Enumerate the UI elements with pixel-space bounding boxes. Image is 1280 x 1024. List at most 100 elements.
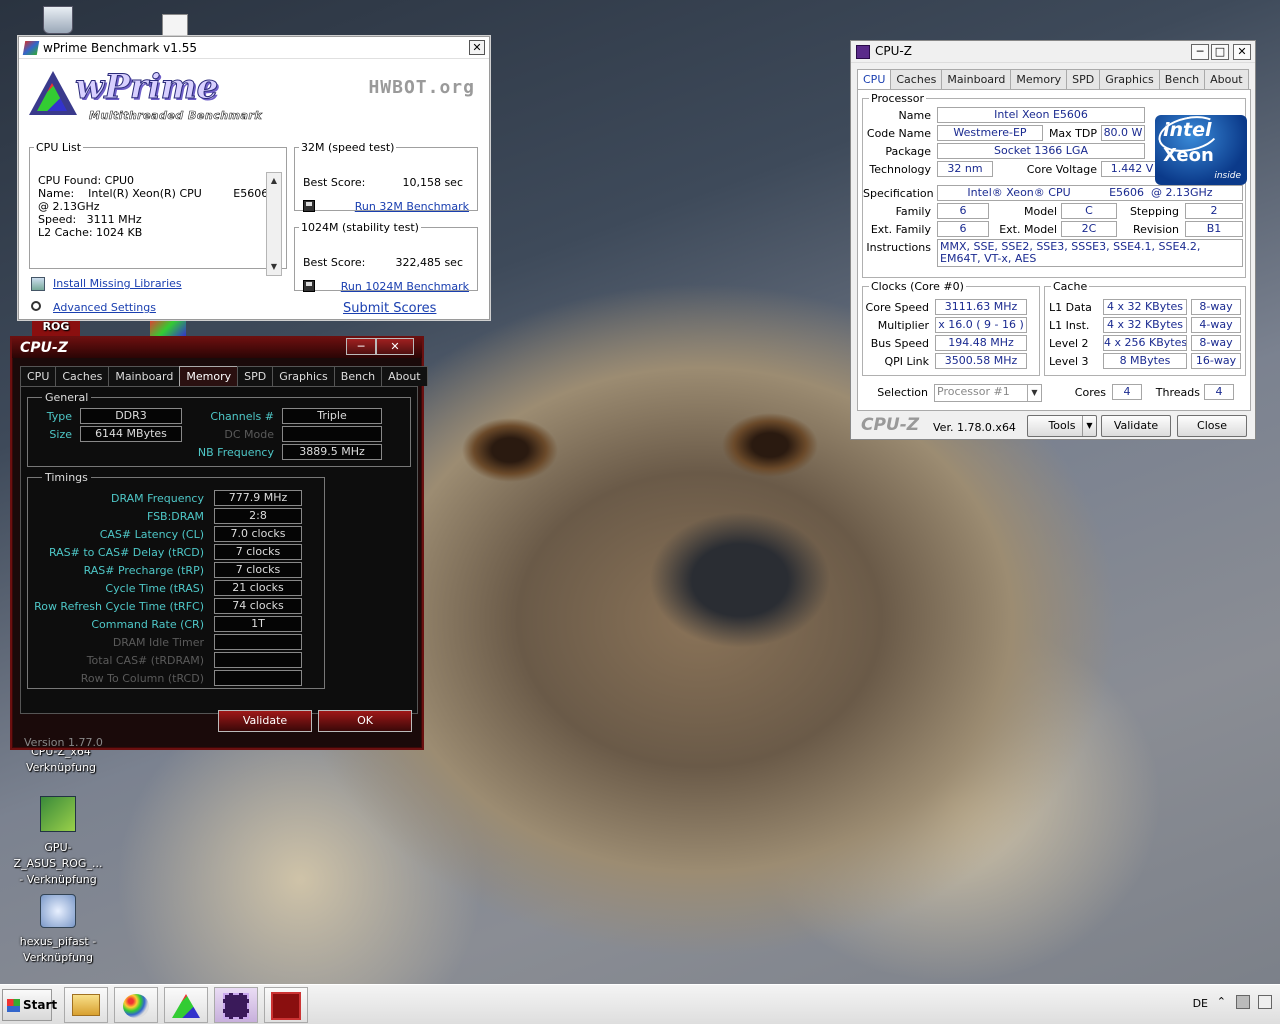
busspeed-label: Bus Speed <box>870 337 929 350</box>
save-disk-icon[interactable] <box>303 200 315 212</box>
tab-about[interactable]: About <box>381 366 428 386</box>
wprime-app-icon <box>22 41 40 55</box>
tools-button[interactable]: Tools ▼ <box>1027 415 1097 437</box>
tools-dropdown-icon[interactable]: ▼ <box>1082 416 1096 436</box>
taskbar-cpuz-button[interactable] <box>214 987 258 1023</box>
scroll-down-icon[interactable]: ▼ <box>267 259 281 275</box>
taskbar-cpuz-rog-button[interactable] <box>264 987 308 1023</box>
selection-label: Selection <box>877 386 928 399</box>
desktop-shortcut-gpuz[interactable]: GPU-Z_ASUS_ROG_... - Verknüpfung <box>0 796 116 888</box>
corespeed-value: 3111.63 MHz <box>935 299 1027 315</box>
clocks-legend: Clocks (Core #0) <box>869 280 966 293</box>
cpuz-red-titlebar[interactable]: CPU-Z ─ ✕ <box>12 338 422 358</box>
taskbar: Start DE ⌃ <box>0 984 1280 1024</box>
cpuz-red-minimize-button[interactable]: ─ <box>346 338 376 355</box>
revision-label: Revision <box>1133 223 1179 236</box>
wprime-small-desktop-icon[interactable] <box>150 318 190 336</box>
selection-dropdown[interactable]: Processor #1 ▼ <box>934 384 1042 402</box>
intel-inside-tag: inside <box>1214 171 1241 181</box>
tab-spd[interactable]: SPD <box>237 366 274 386</box>
cpuz-red-tabs: CPU Caches Mainboard Memory SPD Graphics… <box>20 366 428 386</box>
qpi-label: QPI Link <box>884 355 929 368</box>
cpu-list-text[interactable]: CPU Found: CPU0 Name: Intel(R) Xeon(R) C… <box>38 174 268 239</box>
tools-label: Tools <box>1048 419 1076 432</box>
wprime-titlebar[interactable]: wPrime Benchmark v1.55 ✕ <box>19 37 489 59</box>
validate-button[interactable]: Validate <box>218 710 312 732</box>
java-app-desktop-icon[interactable] <box>160 14 190 36</box>
cache-way: 8-way <box>1191 335 1241 351</box>
tab-mainboard[interactable]: Mainboard <box>941 69 1012 90</box>
pifast-label: hexus_pifast - Verknüpfung <box>19 935 97 964</box>
network-icon[interactable] <box>1236 995 1250 1009</box>
tab-mainboard[interactable]: Mainboard <box>108 366 181 386</box>
wprime-logo: wPrime Multithreaded Benchmark <box>27 67 267 123</box>
cpuz-footer: CPU-Z Ver. 1.78.0.x64 Tools ▼ Validate Cl… <box>857 415 1251 437</box>
taskbar-paint-button[interactable] <box>114 987 158 1023</box>
tray-lang[interactable]: DE <box>1193 997 1208 1010</box>
tab-graphics[interactable]: Graphics <box>272 366 335 386</box>
timing-value: 7 clocks <box>214 544 302 560</box>
family-value: 6 <box>937 203 989 219</box>
tab-about[interactable]: About <box>1204 69 1249 90</box>
cpuz-titlebar[interactable]: CPU-Z ─ □ ✕ <box>851 41 1255 63</box>
cpuz-brand: CPU-Z <box>861 415 920 435</box>
wprime-icon <box>172 994 200 1018</box>
cache-size: 4 x 256 KBytes <box>1103 335 1187 351</box>
tab-caches[interactable]: Caches <box>55 366 110 386</box>
desktop-shortcut-pifast[interactable]: hexus_pifast - Verknüpfung <box>10 894 106 966</box>
general-legend: General <box>42 391 92 404</box>
minimize-button[interactable]: ─ <box>1191 44 1209 60</box>
ok-button[interactable]: OK <box>318 710 412 732</box>
cpu-list-line: CPU Found: CPU0 <box>38 174 135 187</box>
family-label: Family <box>895 205 931 218</box>
cpu-list-scrollbar[interactable]: ▲ ▼ <box>266 172 282 276</box>
wprime-close-button[interactable]: ✕ <box>469 40 485 55</box>
instructions-value: MMX, SSE, SSE2, SSE3, SSSE3, SSE4.1, SSE… <box>937 239 1243 267</box>
test-1024m-group: 1024M (stability test) Best Score: 322,4… <box>294 221 478 293</box>
cache-label: L1 Data <box>1049 301 1092 314</box>
save-disk-icon[interactable] <box>303 280 315 292</box>
maximize-button[interactable]: □ <box>1211 44 1229 60</box>
show-hidden-icons-chevron-icon[interactable]: ⌃ <box>1217 995 1226 1008</box>
tab-bench[interactable]: Bench <box>1158 69 1206 90</box>
action-center-icon[interactable] <box>1258 995 1272 1009</box>
java-app-icon <box>162 14 188 36</box>
cache-size: 4 x 32 KBytes <box>1103 317 1187 333</box>
rog-icon <box>271 992 301 1020</box>
taskbar-wprime-button[interactable] <box>164 987 208 1023</box>
tab-cpu[interactable]: CPU <box>857 69 892 90</box>
package-label: Package <box>885 145 931 158</box>
cache-legend: Cache <box>1051 280 1090 293</box>
scroll-up-icon[interactable]: ▲ <box>267 173 281 189</box>
tab-cpu[interactable]: CPU <box>20 366 57 386</box>
tab-memory[interactable]: Memory <box>1010 69 1068 90</box>
submit-scores-link[interactable]: Submit Scores <box>343 301 436 316</box>
tab-graphics[interactable]: Graphics <box>1099 69 1160 90</box>
start-button[interactable]: Start <box>2 989 57 1021</box>
taskbar-explorer-button[interactable] <box>64 987 108 1023</box>
run-32m-link[interactable]: Run 32M Benchmark <box>355 200 469 213</box>
tab-bench[interactable]: Bench <box>333 366 383 386</box>
recycle-bin-desktop-icon[interactable] <box>40 6 76 34</box>
cpuz-red-desktop-icon[interactable]: ROG <box>32 318 84 336</box>
close-button[interactable]: ✕ <box>1233 44 1251 60</box>
chevron-down-icon: ▼ <box>1027 385 1041 401</box>
cpuz-red-close-button[interactable]: ✕ <box>376 338 414 355</box>
settings-key-icon <box>31 301 41 311</box>
libraries-icon <box>31 277 45 291</box>
tab-spd[interactable]: SPD <box>1066 69 1101 90</box>
cpu-panel: Processor Name Intel Xeon E5606 Code Nam… <box>857 89 1251 411</box>
run-1024m-link[interactable]: Run 1024M Benchmark <box>341 280 469 293</box>
tab-caches[interactable]: Caches <box>890 69 943 90</box>
processor-legend: Processor <box>869 92 926 105</box>
validate-button[interactable]: Validate <box>1101 415 1171 437</box>
timing-label: DRAM Frequency <box>110 492 204 505</box>
tab-memory[interactable]: Memory <box>179 366 239 386</box>
advanced-settings-link[interactable]: Advanced Settings <box>53 301 156 314</box>
close-button[interactable]: Close <box>1177 415 1247 437</box>
install-libraries-link[interactable]: Install Missing Libraries <box>53 277 182 290</box>
hwbot-logo[interactable]: HWBOT.org <box>368 77 475 98</box>
cpuz-app-icon <box>856 45 870 59</box>
cache-size: 8 MBytes <box>1103 353 1187 369</box>
dcmode-label: DC Mode <box>224 428 274 441</box>
